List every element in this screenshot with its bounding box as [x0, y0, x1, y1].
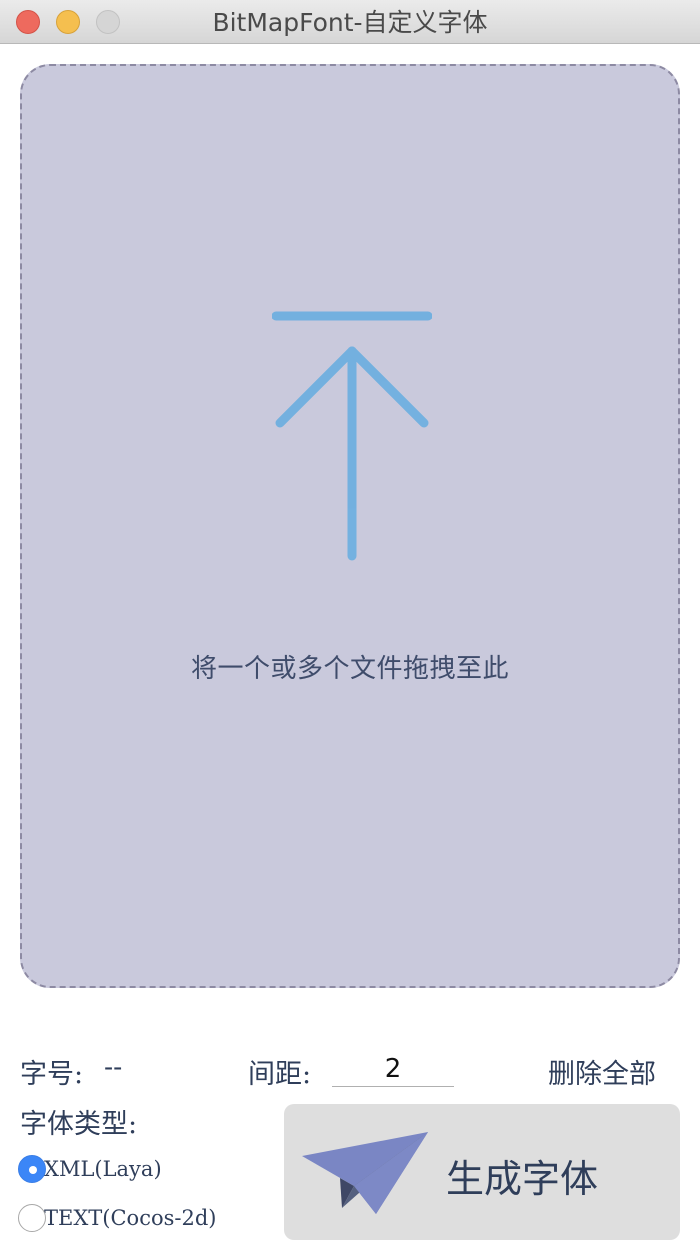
drop-hint-text: 将一个或多个文件拖拽至此: [190, 654, 509, 684]
delete-all-button[interactable]: 删除全部: [548, 1052, 656, 1091]
radio-xml-laya-label[interactable]: XML(Laya): [44, 1157, 162, 1181]
font-size-value: --: [104, 1052, 123, 1083]
font-size-label: 字号:: [20, 1059, 84, 1090]
font-type-label: 字体类型:: [20, 1109, 138, 1140]
title-bar[interactable]: BitMapFont-自定义字体: [0, 0, 700, 44]
generate-font-label: 生成字体: [446, 1157, 599, 1201]
window-title: BitMapFont-自定义字体: [212, 8, 488, 37]
radio-xml-laya[interactable]: [18, 1155, 46, 1183]
radio-text-cocos-label[interactable]: TEXT(Cocos-2d): [44, 1206, 216, 1230]
file-drop-zone[interactable]: 将一个或多个文件拖拽至此: [20, 64, 680, 988]
spacing-input[interactable]: [332, 1052, 454, 1087]
generate-font-button[interactable]: 生成字体: [284, 1104, 680, 1240]
font-type-option-text[interactable]: TEXT(Cocos-2d): [18, 1203, 216, 1233]
spacing-label: 间距:: [248, 1059, 312, 1090]
paper-plane-icon: [302, 1132, 428, 1214]
radio-text-cocos[interactable]: [18, 1204, 46, 1232]
app-window: BitMapFont-自定义字体 将一个或多个文件拖拽至此 字号: -- 间距:…: [0, 0, 700, 1260]
font-type-option-xml[interactable]: XML(Laya): [18, 1154, 162, 1184]
upload-arrow-icon: [272, 311, 432, 561]
